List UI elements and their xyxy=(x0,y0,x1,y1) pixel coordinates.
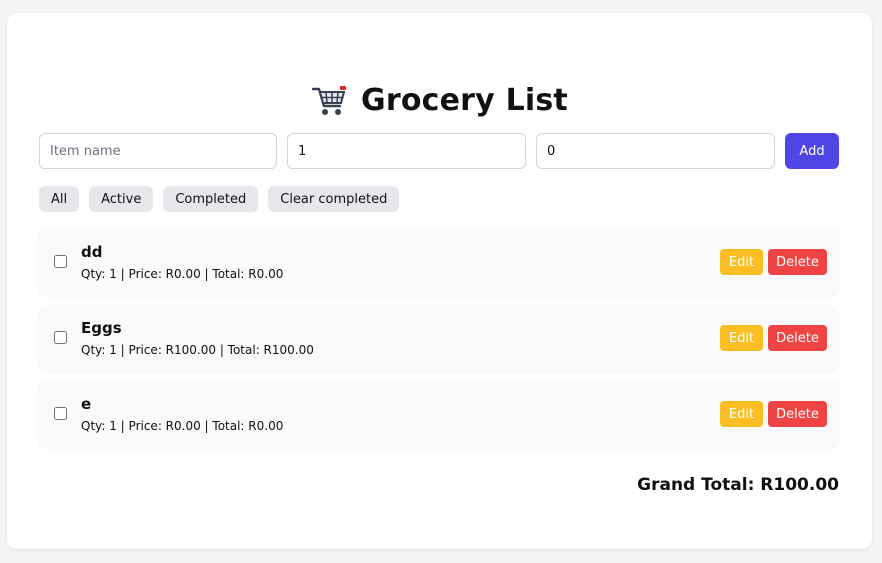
grocery-card: Grocery List Add All Active Completed Cl… xyxy=(7,13,872,549)
grocery-items-list: dd Qty: 1 | Price: R0.00 | Total: R0.00 … xyxy=(39,229,839,457)
filter-all-button[interactable]: All xyxy=(39,186,80,212)
item-checkbox[interactable] xyxy=(54,331,67,344)
delete-button[interactable]: Delete xyxy=(768,325,827,351)
page-title: Grocery List xyxy=(361,83,568,118)
item-name: e xyxy=(81,395,92,413)
shopping-cart-icon xyxy=(311,84,347,118)
list-item: dd Qty: 1 | Price: R0.00 | Total: R0.00 … xyxy=(39,229,839,295)
list-item: Eggs Qty: 1 | Price: R100.00 | Total: R1… xyxy=(39,305,839,371)
clear-completed-button[interactable]: Clear completed xyxy=(268,186,400,212)
add-item-form: Add xyxy=(39,133,839,169)
page-header: Grocery List xyxy=(7,83,872,118)
item-details: Qty: 1 | Price: R0.00 | Total: R0.00 xyxy=(81,267,284,281)
quantity-input[interactable] xyxy=(287,133,526,169)
item-checkbox[interactable] xyxy=(54,407,67,420)
item-details: Qty: 1 | Price: R100.00 | Total: R100.00 xyxy=(81,343,314,357)
grand-total: Grand Total: R100.00 xyxy=(637,475,839,495)
item-details: Qty: 1 | Price: R0.00 | Total: R0.00 xyxy=(81,419,284,433)
item-checkbox[interactable] xyxy=(54,255,67,268)
item-name: dd xyxy=(81,243,103,261)
filter-completed-button[interactable]: Completed xyxy=(163,186,259,212)
edit-button[interactable]: Edit xyxy=(720,249,763,275)
list-item: e Qty: 1 | Price: R0.00 | Total: R0.00 E… xyxy=(39,381,839,447)
edit-button[interactable]: Edit xyxy=(720,401,763,427)
delete-button[interactable]: Delete xyxy=(768,249,827,275)
add-button[interactable]: Add xyxy=(785,133,839,169)
price-input[interactable] xyxy=(536,133,775,169)
filter-active-button[interactable]: Active xyxy=(89,186,154,212)
item-name-input[interactable] xyxy=(39,133,277,169)
delete-button[interactable]: Delete xyxy=(768,401,827,427)
item-name: Eggs xyxy=(81,319,122,337)
edit-button[interactable]: Edit xyxy=(720,325,763,351)
filter-bar: All Active Completed Clear completed xyxy=(39,186,400,212)
